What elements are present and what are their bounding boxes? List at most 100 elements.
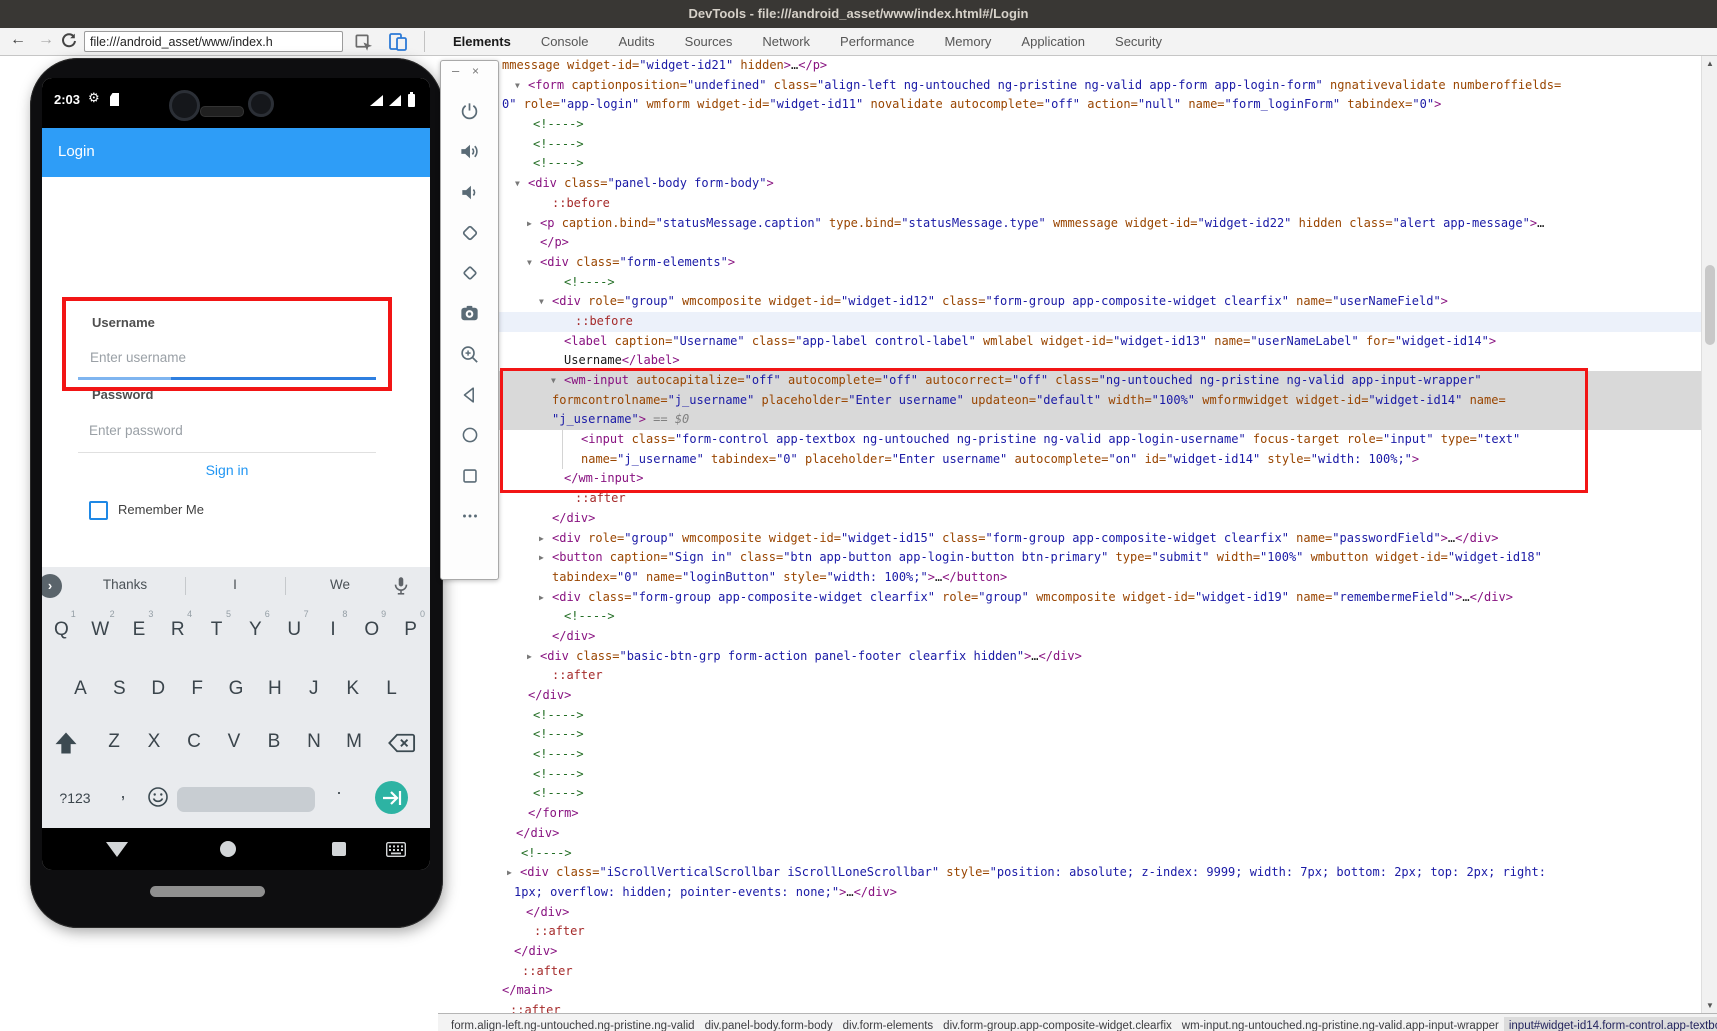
tab-console[interactable]: Console	[526, 28, 604, 55]
back-icon[interactable]: ←	[10, 31, 26, 49]
key-x[interactable]: X	[134, 725, 174, 759]
code-line[interactable]: ▼<div class="panel-body form-body">	[438, 174, 1701, 194]
backspace-icon[interactable]	[387, 732, 417, 754]
emoji-icon[interactable]	[146, 785, 170, 809]
code-line[interactable]: ::before	[438, 194, 1701, 214]
key-a[interactable]: A	[61, 672, 100, 706]
tab-performance[interactable]: Performance	[825, 28, 929, 55]
code-line[interactable]: <!---->	[438, 273, 1701, 293]
power-icon[interactable]	[441, 91, 498, 132]
code-line[interactable]: mmessage widget-id="widget-id21" hidden>…	[438, 56, 1701, 76]
code-line[interactable]: ▼<form captionposition="undefined" class…	[438, 76, 1701, 96]
recents-square-icon[interactable]	[441, 456, 498, 497]
key-u[interactable]: U7	[275, 613, 314, 647]
elements-tree-pane[interactable]: mmessage widget-id="widget-id21" hidden>…	[438, 56, 1701, 1013]
code-line[interactable]: <!---->	[438, 765, 1701, 785]
comma-key[interactable]: ,	[108, 775, 138, 809]
code-line[interactable]: ::before	[438, 312, 1701, 332]
code-line[interactable]: <!---->	[438, 745, 1701, 765]
code-scrollbar[interactable]: ▲ ▼	[1701, 56, 1717, 1013]
code-line[interactable]: </main>	[438, 981, 1701, 1001]
rotate-right-icon[interactable]	[441, 253, 498, 294]
code-line[interactable]: <!---->	[438, 607, 1701, 627]
scroll-down-icon[interactable]: ▼	[1702, 1001, 1717, 1010]
nav-recents-icon[interactable]	[332, 842, 346, 856]
nav-home-icon[interactable]	[220, 841, 236, 857]
key-e[interactable]: E3	[120, 613, 159, 647]
code-line[interactable]: ::after	[438, 1001, 1701, 1013]
key-b[interactable]: B	[254, 725, 294, 759]
code-line[interactable]: <!---->	[438, 706, 1701, 726]
code-line[interactable]: </p>	[438, 233, 1701, 253]
code-line[interactable]: ▼<div class="form-elements">	[438, 253, 1701, 273]
sign-in-button[interactable]: Sign in	[42, 461, 412, 479]
more-icon[interactable]	[441, 496, 498, 537]
code-line[interactable]: <!---->	[438, 844, 1701, 864]
key-q[interactable]: Q1	[42, 613, 81, 647]
key-f[interactable]: F	[178, 672, 217, 706]
shift-icon[interactable]	[52, 731, 80, 755]
expand-arrow-right-icon[interactable]: ▶	[527, 219, 532, 228]
expand-arrow-right-icon[interactable]: ▶	[539, 534, 544, 543]
breadcrumb-item[interactable]: input#widget-id14.form-control.app-textb…	[1504, 1017, 1717, 1031]
code-line[interactable]: </form>	[438, 804, 1701, 824]
code-line[interactable]: ::after	[438, 962, 1701, 982]
expand-arrow-right-icon[interactable]: ▶	[539, 593, 544, 602]
code-line[interactable]: ▶<div role="group" wmcomposite widget-id…	[438, 529, 1701, 549]
code-line[interactable]: </div>	[438, 903, 1701, 923]
breadcrumb-item[interactable]: wm-input.ng-untouched.ng-pristine.ng-val…	[1177, 1017, 1504, 1031]
scroll-up-icon[interactable]: ▲	[1702, 59, 1717, 68]
code-line[interactable]: ::after	[438, 666, 1701, 686]
close-icon[interactable]: ×	[472, 64, 479, 78]
key-g[interactable]: G	[217, 672, 256, 706]
expand-arrow-down-icon[interactable]: ▼	[539, 297, 544, 306]
breadcrumb-item[interactable]: div.form-elements	[838, 1017, 939, 1031]
nav-keyboard-icon[interactable]	[386, 842, 406, 857]
tab-memory[interactable]: Memory	[929, 28, 1006, 55]
code-line[interactable]: <!---->	[438, 784, 1701, 804]
code-line[interactable]: ▶<div class="iScrollVerticalScrollbar iS…	[438, 863, 1701, 883]
tab-application[interactable]: Application	[1006, 28, 1100, 55]
key-y[interactable]: Y6	[236, 613, 275, 647]
expand-arrow-down-icon[interactable]: ▼	[515, 81, 520, 90]
code-line[interactable]: ::after	[438, 922, 1701, 942]
code-line[interactable]: <!---->	[438, 154, 1701, 174]
code-line[interactable]: 0" role="app-login" wmform widget-id="wi…	[438, 95, 1701, 115]
zoom-icon[interactable]	[441, 334, 498, 375]
key-h[interactable]: H	[255, 672, 294, 706]
code-line[interactable]: ▶<div class="form-group app-composite-wi…	[438, 588, 1701, 608]
expand-suggestions-icon[interactable]: ›	[42, 574, 62, 598]
expand-arrow-right-icon[interactable]: ▶	[527, 652, 532, 661]
password-input[interactable]: Enter password	[89, 423, 183, 438]
key-z[interactable]: Z	[94, 725, 134, 759]
remember-me-checkbox[interactable]	[89, 501, 108, 520]
code-line[interactable]: </div>	[438, 824, 1701, 844]
code-line[interactable]: <label caption="Username" class="app-lab…	[438, 332, 1701, 352]
key-w[interactable]: W2	[81, 613, 120, 647]
url-input[interactable]	[84, 31, 343, 52]
key-l[interactable]: L	[372, 672, 411, 706]
code-line[interactable]: </div>	[438, 686, 1701, 706]
tab-security[interactable]: Security	[1100, 28, 1177, 55]
suggestion-chip[interactable]: Thanks	[103, 577, 147, 592]
back-triangle-icon[interactable]	[441, 375, 498, 416]
code-line[interactable]: </div>	[438, 627, 1701, 647]
tab-sources[interactable]: Sources	[670, 28, 748, 55]
expand-arrow-right-icon[interactable]: ▶	[539, 553, 544, 562]
expand-arrow-right-icon[interactable]: ▶	[507, 868, 512, 877]
code-line[interactable]: ▶<div class="basic-btn-grp form-action p…	[438, 647, 1701, 667]
suggestion-chip[interactable]: I	[233, 577, 237, 592]
enter-key[interactable]	[375, 781, 408, 814]
key-d[interactable]: D	[139, 672, 178, 706]
volume-up-icon[interactable]	[441, 132, 498, 173]
device-toolbar-icon[interactable]	[388, 32, 408, 52]
key-n[interactable]: N	[294, 725, 334, 759]
breadcrumb-item[interactable]: form.align-left.ng-untouched.ng-pristine…	[446, 1017, 700, 1031]
code-line[interactable]: </div>	[438, 509, 1701, 529]
code-line[interactable]: </div>	[438, 942, 1701, 962]
refresh-icon[interactable]	[60, 32, 78, 50]
code-line[interactable]: 1px; overflow: hidden; pointer-events: n…	[438, 883, 1701, 903]
code-line[interactable]: tabindex="0" name="loginButton" style="w…	[438, 568, 1701, 588]
key-t[interactable]: T5	[197, 613, 236, 647]
rotate-left-icon[interactable]	[441, 213, 498, 254]
